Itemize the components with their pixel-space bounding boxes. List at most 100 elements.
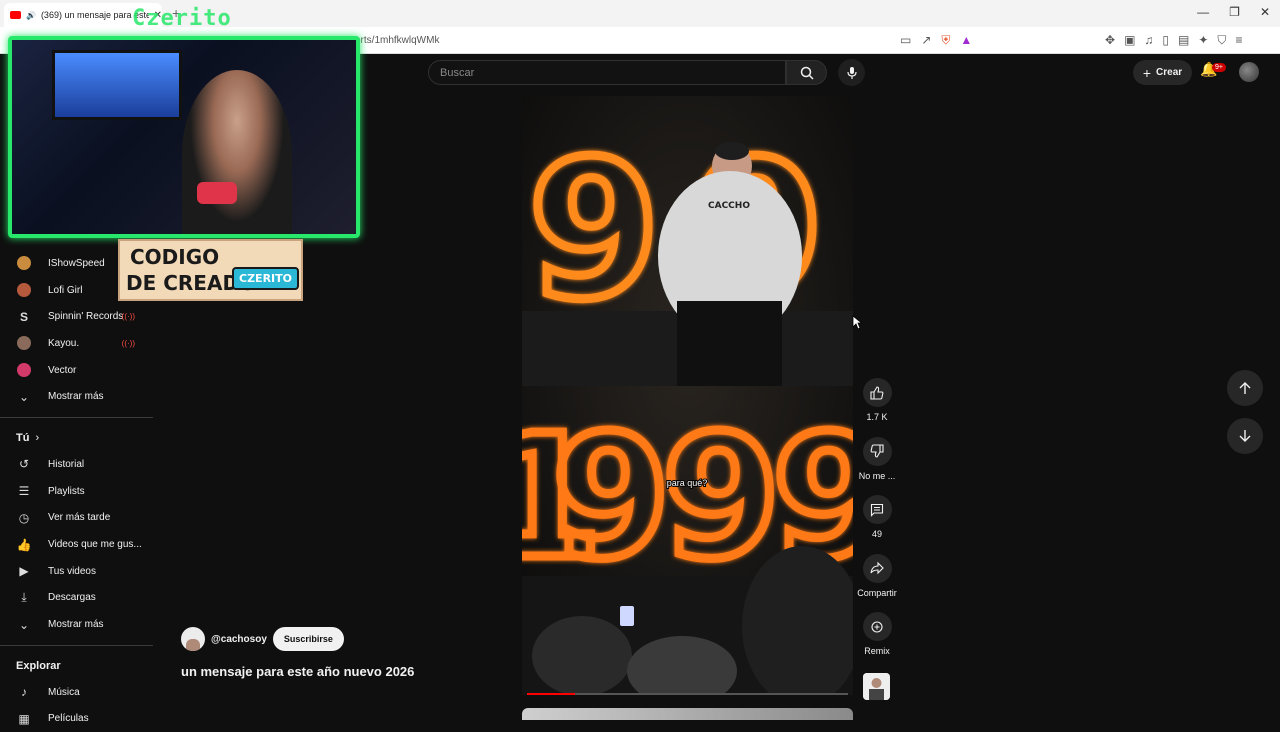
leo-icon[interactable]: ✦ bbox=[1198, 33, 1208, 48]
voice-search-button[interactable] bbox=[838, 59, 865, 86]
sidebar-item-spinnin-records[interactable]: S Spinnin' Records ((·)) bbox=[0, 303, 153, 330]
window-close-icon[interactable]: ✕ bbox=[1260, 5, 1270, 19]
sidebar-item-vector[interactable]: Vector bbox=[0, 357, 153, 384]
cast-icon[interactable]: ▭ bbox=[900, 33, 911, 48]
dislike-action: No me ... bbox=[856, 436, 898, 496]
sidebar-section-explore: Explorar bbox=[0, 653, 153, 679]
comments-button[interactable] bbox=[862, 495, 892, 524]
notifications-badge: 9+ bbox=[1212, 63, 1226, 72]
film-icon: ▦ bbox=[18, 711, 30, 726]
sidebar-item-downloads[interactable]: ⤓ Descargas bbox=[0, 585, 153, 612]
tab-search-icon[interactable]: ▣ bbox=[1124, 33, 1135, 48]
previous-short-button[interactable] bbox=[1227, 370, 1263, 406]
subscribe-button[interactable]: Suscribirse bbox=[272, 627, 344, 651]
wallet-icon[interactable]: ▤ bbox=[1178, 33, 1189, 48]
share-label: Compartir bbox=[857, 587, 897, 598]
remix-icon bbox=[871, 620, 883, 633]
brave-rewards-icon[interactable]: ▲ bbox=[960, 33, 972, 48]
next-short-button[interactable] bbox=[1227, 418, 1263, 454]
url-field[interactable]: orts/1mhfkwlqWMk bbox=[355, 35, 439, 46]
svg-text:9: 9 bbox=[552, 399, 670, 597]
channel-avatar bbox=[17, 256, 31, 271]
user-avatar[interactable] bbox=[1239, 62, 1259, 82]
search-placeholder: Buscar bbox=[440, 66, 475, 79]
sidebar-toggle-icon[interactable]: ▯ bbox=[1162, 33, 1169, 48]
chevron-down-icon: ⌄ bbox=[18, 389, 30, 404]
remix-label: Remix bbox=[864, 646, 890, 656]
sidebar-item-history[interactable]: ↺ Historial bbox=[0, 451, 153, 478]
video-caption: para qué? bbox=[667, 478, 708, 488]
chevron-down-icon: ⌄ bbox=[18, 617, 30, 632]
brave-shield-icon[interactable]: ⛨ bbox=[941, 33, 950, 48]
arrow-down-icon bbox=[1239, 430, 1251, 442]
create-button[interactable]: + Crear bbox=[1133, 60, 1192, 85]
sidebar-item-kayou[interactable]: Kayou. ((·)) bbox=[0, 330, 153, 357]
sidebar-item-label: Kayou. bbox=[48, 337, 80, 349]
like-button[interactable] bbox=[862, 378, 892, 407]
sidebar-item-label: Descargas bbox=[48, 592, 96, 604]
youtube-favicon-icon bbox=[10, 11, 21, 19]
share-page-icon[interactable]: ↗ bbox=[921, 33, 931, 48]
sidebar-item-music[interactable]: ♪ Música bbox=[0, 679, 153, 706]
dislike-label: No me ... bbox=[858, 470, 896, 481]
download-icon: ⤓ bbox=[21, 590, 27, 605]
sidebar-show-more-you[interactable]: ⌄ Mostrar más bbox=[0, 611, 153, 638]
sound-source-avatar[interactable] bbox=[863, 673, 890, 700]
extensions-icon[interactable]: ✥ bbox=[1105, 33, 1115, 48]
menu-icon[interactable]: ≡ bbox=[1235, 33, 1242, 48]
sidebar-item-your-videos[interactable]: ▶ Tus videos bbox=[0, 558, 153, 585]
minimize-icon[interactable]: — bbox=[1197, 5, 1209, 19]
channel-handle[interactable]: @cachosoy bbox=[211, 634, 267, 645]
creator-code-banner: CODIGO DE CREADOR CZERITO bbox=[118, 239, 303, 301]
channel-avatar bbox=[17, 336, 31, 351]
sidebar-item-watch-later[interactable]: ◷ Ver más tarde bbox=[0, 505, 153, 532]
comments-count: 49 bbox=[871, 529, 882, 539]
streamer-figure bbox=[182, 70, 292, 234]
short-title: un mensaje para este año nuevo 2026 bbox=[181, 664, 415, 679]
spinnin-logo-icon: S bbox=[19, 309, 28, 324]
svg-text:9: 9 bbox=[528, 120, 660, 341]
playlist-icon: ☰ bbox=[18, 484, 30, 499]
live-indicator-icon: ((·)) bbox=[121, 312, 135, 322]
toolbar-extensions: ✥ ▣ ♫ ▯ ▤ ✦ ⛉ ≡ bbox=[1105, 33, 1242, 48]
vpn-icon[interactable]: ⛉ bbox=[1217, 33, 1226, 48]
media-icon[interactable]: ♫ bbox=[1144, 33, 1153, 48]
search-input[interactable]: Buscar bbox=[428, 60, 786, 85]
short-actions: 1.7 K No me ... 49 Compartir Remix bbox=[856, 378, 898, 671]
address-bar-actions: ▭ ↗ ⛨ ▲ bbox=[900, 33, 972, 48]
sidebar: IShowSpeed Lofi Girl S Spinnin' Records … bbox=[0, 250, 153, 732]
sidebar-section-you[interactable]: Tú › bbox=[0, 425, 153, 451]
channel-avatar[interactable] bbox=[181, 627, 205, 651]
video-progress-fill bbox=[527, 693, 576, 695]
sidebar-item-playlists[interactable]: ☰ Playlists bbox=[0, 478, 153, 505]
short-video-player[interactable]: 9 9 CACCHO 1 9 9 9 para qué? bbox=[522, 96, 853, 695]
sidebar-item-label: Ver más tarde bbox=[48, 512, 111, 524]
comment-icon bbox=[870, 503, 884, 517]
next-short-preview[interactable] bbox=[522, 708, 853, 720]
sidebar-item-label: Películas bbox=[48, 713, 89, 725]
sidebar-item-movies[interactable]: ▦ Películas bbox=[0, 706, 153, 732]
sidebar-item-liked-videos[interactable]: 👍 Videos que me gus... bbox=[0, 531, 153, 558]
share-button[interactable] bbox=[862, 553, 892, 583]
clock-icon: ◷ bbox=[18, 510, 30, 525]
search-button[interactable] bbox=[786, 60, 827, 85]
dislike-button[interactable] bbox=[862, 436, 892, 466]
sidebar-item-label: Lofi Girl bbox=[48, 284, 83, 296]
thumb-up-icon bbox=[870, 385, 884, 400]
sidebar-show-more[interactable]: ⌄ Mostrar más bbox=[0, 383, 153, 410]
streamer-name-overlay: Czerito bbox=[132, 6, 232, 31]
mic-icon bbox=[846, 66, 857, 79]
video-progress-track[interactable] bbox=[527, 693, 848, 695]
chevron-right-icon: › bbox=[35, 432, 40, 445]
streamer-webcam-overlay bbox=[8, 36, 360, 238]
like-count: 1.7 K bbox=[866, 412, 888, 422]
section-heading: Explorar bbox=[16, 659, 61, 672]
restore-icon[interactable]: ❐ bbox=[1229, 5, 1240, 19]
channel-avatar bbox=[17, 363, 31, 378]
divider bbox=[0, 644, 153, 646]
remix-button[interactable] bbox=[862, 612, 892, 641]
video-icon: ▶ bbox=[19, 564, 29, 579]
comments-action: 49 bbox=[856, 495, 898, 554]
creator-code-badge: CZERITO bbox=[232, 267, 299, 290]
phone-light bbox=[620, 606, 634, 626]
